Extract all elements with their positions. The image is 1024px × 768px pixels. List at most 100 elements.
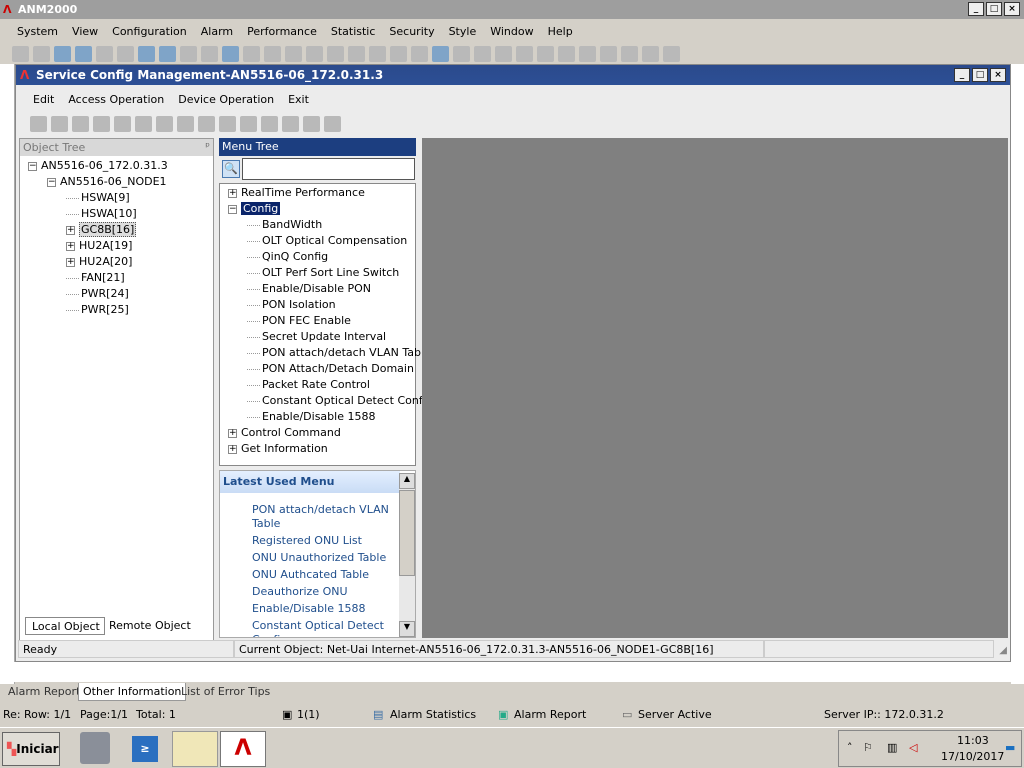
check-icon[interactable]: [579, 46, 596, 62]
gear2-icon[interactable]: [663, 46, 680, 62]
tool-icon[interactable]: [198, 116, 215, 132]
pin-icon[interactable]: ᵖ: [205, 140, 210, 153]
tree-node[interactable]: Enable/Disable 1588: [247, 409, 375, 425]
resize-grip-icon[interactable]: ◢: [999, 645, 1007, 656]
export-icon[interactable]: [327, 46, 344, 62]
clock-date[interactable]: 17/10/2017: [941, 750, 1004, 763]
back-icon[interactable]: [180, 46, 197, 62]
menu-security[interactable]: Security: [382, 25, 441, 38]
tree-node[interactable]: Secret Update Interval: [247, 329, 386, 345]
paste-icon[interactable]: [621, 46, 638, 62]
view-icon[interactable]: [75, 46, 92, 62]
search-icon[interactable]: 🔍: [222, 160, 240, 178]
latest-used-item[interactable]: Constant Optical Detect Config: [252, 619, 398, 637]
menu-window[interactable]: Window: [483, 25, 540, 38]
edit-icon[interactable]: [303, 116, 320, 132]
edit-icon[interactable]: [369, 46, 386, 62]
flag-icon[interactable]: ⚐: [863, 741, 873, 754]
copy-icon[interactable]: [600, 46, 617, 62]
menu-configuration[interactable]: Configuration: [105, 25, 194, 38]
tool-icon[interactable]: [219, 116, 236, 132]
tab-list-of-error-tips[interactable]: List of Error Tips: [177, 683, 274, 701]
refresh-icon[interactable]: [222, 46, 239, 62]
status-alarm-statistics[interactable]: Alarm Statistics: [390, 708, 476, 721]
maximize-button[interactable]: □: [986, 2, 1002, 16]
tool-icon[interactable]: [261, 116, 278, 132]
tree-node[interactable]: PWR[24]: [66, 286, 129, 302]
menu-system[interactable]: System: [10, 25, 65, 38]
tree-node[interactable]: + GC8B[16]: [66, 222, 137, 238]
tree-node[interactable]: Enable/Disable PON: [247, 281, 371, 297]
menu-help[interactable]: Help: [541, 25, 580, 38]
menu-view[interactable]: View: [65, 25, 105, 38]
lock-icon[interactable]: [642, 46, 659, 62]
tool-icon[interactable]: [177, 116, 194, 132]
menu-alarm[interactable]: Alarm: [194, 25, 240, 38]
tree-node[interactable]: Constant Optical Detect Config: [247, 393, 433, 409]
start-button[interactable]: ▚Iniciar: [2, 732, 60, 766]
tool-icon[interactable]: [30, 116, 47, 132]
latest-used-item[interactable]: ONU Authcated Table: [252, 568, 398, 582]
add-icon[interactable]: [114, 116, 131, 132]
add-alarm-icon[interactable]: [159, 46, 176, 62]
menu-access-operation[interactable]: Access Operation: [61, 93, 171, 106]
help-icon[interactable]: [432, 46, 449, 62]
stop-icon[interactable]: [516, 46, 533, 62]
expand-icon[interactable]: +: [66, 241, 75, 251]
tab-other-information[interactable]: Other Information: [78, 683, 187, 701]
tool-icon[interactable]: [156, 116, 173, 132]
menu-statistic[interactable]: Statistic: [324, 25, 383, 38]
tab-alarm-report[interactable]: Alarm Report: [4, 683, 84, 701]
doc-icon[interactable]: [453, 46, 470, 62]
menu-performance[interactable]: Performance: [240, 25, 324, 38]
tool-icon[interactable]: [93, 116, 110, 132]
sign-icon[interactable]: [558, 46, 575, 62]
show-desktop-icon[interactable]: ▬: [1005, 741, 1015, 754]
latest-used-item[interactable]: Enable/Disable 1588: [252, 602, 398, 616]
latest-used-scrollbar[interactable]: ▲ ▼: [399, 473, 415, 637]
expand-icon[interactable]: +: [228, 428, 237, 438]
tree-node[interactable]: OLT Optical Compensation: [247, 233, 407, 249]
tree-node[interactable]: HSWA[9]: [66, 190, 130, 206]
latest-used-item[interactable]: PON attach/detach VLAN Table: [252, 503, 398, 531]
latest-used-item[interactable]: Registered ONU List: [252, 534, 398, 548]
tree-node[interactable]: PON attach/detach VLAN Table: [247, 345, 431, 361]
tool-icon[interactable]: [135, 116, 152, 132]
tool-icon[interactable]: [72, 116, 89, 132]
fit-icon[interactable]: [285, 46, 302, 62]
clock-time[interactable]: 11:03: [957, 734, 989, 747]
collapse-icon[interactable]: −: [47, 177, 56, 187]
tree-node[interactable]: Packet Rate Control: [247, 377, 370, 393]
expand-icon[interactable]: +: [228, 188, 237, 198]
close-button[interactable]: ×: [1004, 2, 1020, 16]
bell-icon[interactable]: [138, 46, 155, 62]
menu-device-operation[interactable]: Device Operation: [171, 93, 281, 106]
history-icon[interactable]: [117, 46, 134, 62]
minimize-button[interactable]: _: [968, 2, 984, 16]
config-icon[interactable]: [495, 46, 512, 62]
tree-node[interactable]: BandWidth: [247, 217, 322, 233]
tree-node[interactable]: OLT Perf Sort Line Switch: [247, 265, 399, 281]
print-icon[interactable]: [96, 46, 113, 62]
expand-icon[interactable]: +: [66, 225, 75, 235]
expand-icon[interactable]: +: [228, 444, 237, 454]
tree-node[interactable]: + Get Information: [228, 441, 328, 457]
network-warning-icon[interactable]: ▥: [887, 741, 897, 754]
inner-maximize-button[interactable]: □: [972, 68, 988, 82]
latest-used-item[interactable]: Deauthorize ONU: [252, 585, 398, 599]
server-manager-icon[interactable]: [80, 732, 110, 764]
tree-node[interactable]: PON FEC Enable: [247, 313, 351, 329]
tree-node[interactable]: + HU2A[19]: [66, 238, 132, 254]
show-hidden-icons[interactable]: ˄: [847, 741, 853, 754]
inner-close-button[interactable]: ×: [990, 68, 1006, 82]
anm2000-task-icon[interactable]: Λ: [220, 731, 266, 767]
notes-icon[interactable]: [390, 46, 407, 62]
tool-icon[interactable]: [51, 116, 68, 132]
scroll-up-button[interactable]: ▲: [399, 473, 415, 489]
tool-icon[interactable]: [474, 46, 491, 62]
zoom-in-icon[interactable]: [243, 46, 260, 62]
tree-node[interactable]: QinQ Config: [247, 249, 328, 265]
menu-style[interactable]: Style: [442, 25, 484, 38]
inner-minimize-button[interactable]: _: [954, 68, 970, 82]
tree-node[interactable]: + HU2A[20]: [66, 254, 132, 270]
